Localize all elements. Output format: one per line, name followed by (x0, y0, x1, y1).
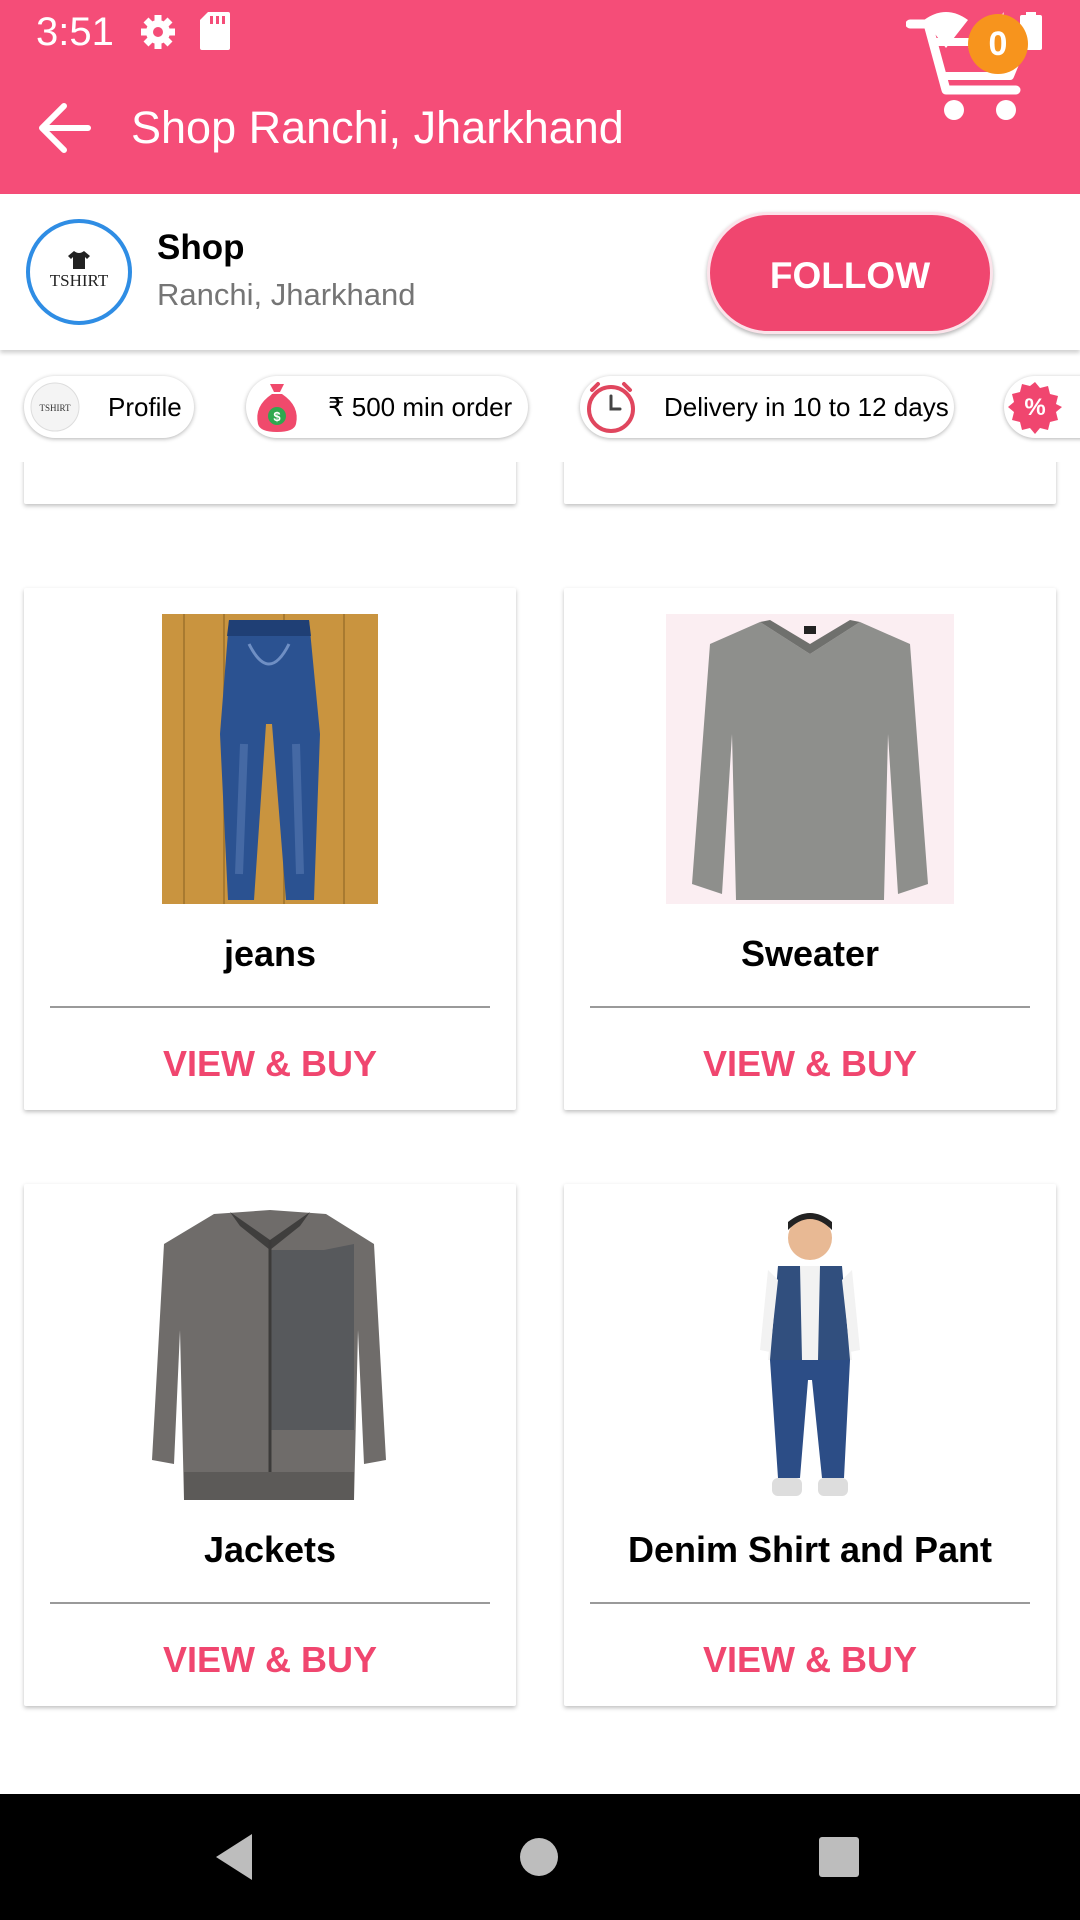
chip-label: ₹ 500 min order (328, 392, 513, 422)
back-arrow-icon[interactable] (32, 94, 100, 162)
chip-label: Profile (108, 392, 182, 422)
view-buy-button[interactable]: VIEW & BUY (564, 1638, 1056, 1682)
product-name: Denim Shirt and Pant (627, 1529, 993, 1570)
jeans-image (162, 614, 378, 904)
clock-icon (587, 382, 635, 433)
view-buy-button[interactable]: VIEW & BUY (24, 1042, 516, 1086)
money-bag-icon: $ (257, 384, 297, 432)
product-name: Jackets (203, 1529, 337, 1570)
shop-logo[interactable]: TSHIRT (26, 219, 132, 325)
svg-text:TSHIRT: TSHIRT (40, 403, 71, 413)
sd-card-icon (200, 12, 230, 50)
svg-text:%: % (1024, 394, 1045, 421)
page-title: Shop Ranchi, Jharkhand (131, 102, 624, 153)
status-time: 3:51 (36, 10, 114, 54)
product-card[interactable]: Sweater VIEW & BUY (564, 588, 1056, 1110)
gear-icon (141, 15, 175, 49)
product-card[interactable]: Denim Shirt and Pant VIEW & BUY (564, 1184, 1056, 1706)
chip-delivery[interactable]: Delivery in 10 to 12 days (580, 376, 954, 438)
divider (50, 1006, 490, 1008)
shop-name: Shop (157, 228, 245, 267)
shop-logo-icon: TSHIRT (30, 382, 80, 432)
cart-count-badge: 0 (968, 14, 1028, 74)
logo-text: TSHIRT (49, 271, 109, 290)
kid-denim-image (760, 1213, 860, 1496)
view-buy-button[interactable]: VIEW & BUY (24, 1638, 516, 1682)
shop-location: Ranchi, Jharkhand (157, 277, 416, 312)
sweater-image (666, 614, 954, 904)
jacket-image (152, 1210, 386, 1500)
product-name: Sweater (740, 933, 880, 974)
chip-label: Delivery in 10 to 12 days (664, 392, 949, 422)
shop-header: TSHIRT Shop Ranchi, Jharkhand FOLLOW (0, 194, 1080, 350)
divider (50, 1602, 490, 1604)
divider (590, 1602, 1030, 1604)
chip-min-order[interactable]: $ ₹ 500 min order (246, 376, 528, 438)
tshirt-icon (68, 251, 90, 269)
product-card[interactable]: Jackets VIEW & BUY (24, 1184, 516, 1706)
nav-home-icon[interactable] (512, 1830, 566, 1884)
view-buy-button[interactable]: VIEW & BUY (564, 1042, 1056, 1086)
system-nav-bar (0, 1794, 1080, 1920)
product-card[interactable] (564, 462, 1056, 504)
nav-recents-icon[interactable] (812, 1830, 866, 1884)
product-grid: jeans VIEW & BUY Sweater VIEW & BUY Jack… (0, 462, 1080, 1794)
chip-profile[interactable]: TSHIRT Profile (24, 376, 194, 438)
product-name: jeans (223, 933, 317, 974)
follow-button[interactable]: FOLLOW (707, 212, 993, 334)
chip-discount[interactable]: % (1004, 376, 1080, 438)
divider (590, 1006, 1030, 1008)
discount-icon: % (1008, 382, 1062, 434)
nav-back-icon[interactable] (210, 1830, 264, 1884)
svg-text:$: $ (273, 409, 281, 424)
product-card[interactable] (24, 462, 516, 504)
product-card[interactable]: jeans VIEW & BUY (24, 588, 516, 1110)
